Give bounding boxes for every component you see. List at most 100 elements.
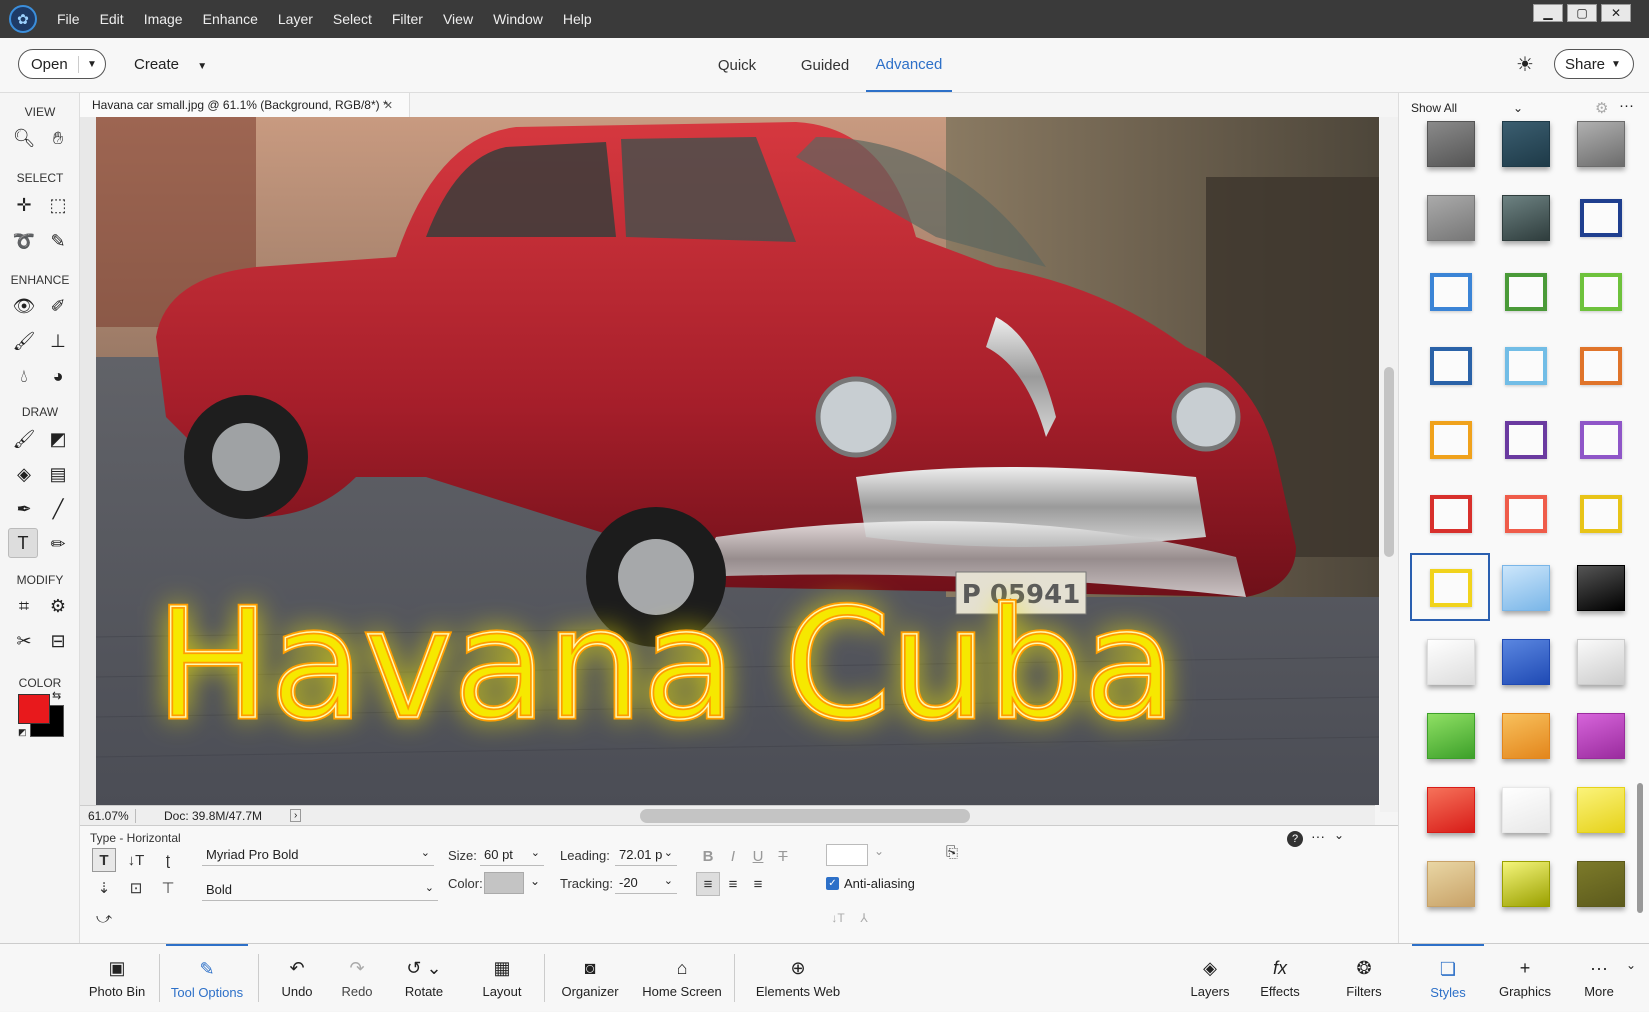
vertical-mask-icon[interactable]: ⊡ — [124, 876, 148, 900]
hand-tool-icon[interactable]: ✋︎ — [43, 123, 73, 153]
lasso-tool-icon[interactable]: ➰ — [9, 226, 39, 256]
menu-window[interactable]: Window — [483, 11, 553, 27]
red-eye-tool-icon[interactable]: 👁︎ — [9, 291, 39, 321]
anti-aliasing-checkbox[interactable]: ✓ Anti-aliasing — [826, 876, 915, 891]
layers-button[interactable]: ◈ Layers — [1182, 944, 1238, 1012]
style-thumbnail-bevel-marble[interactable] — [1577, 121, 1625, 167]
style-thumbnail-bevel-gray[interactable] — [1427, 121, 1475, 167]
taskbar-chevron-icon[interactable]: ⌄ — [1626, 958, 1636, 972]
style-thumbnail-stroke-coral[interactable] — [1505, 495, 1547, 533]
crop-tool-icon[interactable]: ⌗ — [9, 591, 39, 621]
panel-menu-icon[interactable]: ··· — [1619, 97, 1634, 114]
style-thumbnail-bevel-dark-marble[interactable] — [1502, 195, 1550, 241]
font-size-select[interactable]: 60 pt ⌄ — [480, 844, 544, 866]
vertical-scrollbar[interactable] — [1380, 117, 1398, 812]
style-thumbnail-stroke-lime[interactable] — [1580, 273, 1622, 311]
style-thumbnail-glass-yellow[interactable] — [1577, 787, 1625, 833]
tool-options-button[interactable]: ✎ Tool Options — [166, 944, 248, 1012]
leading-select[interactable]: 72.01 p ⌄ — [615, 844, 677, 866]
sponge-tool-icon[interactable]: ◕ — [43, 361, 73, 391]
help-icon[interactable]: ? — [1287, 831, 1303, 847]
warp-text-icon[interactable]: ⅄ — [852, 906, 876, 930]
style-thumbnail-stroke-gold[interactable] — [1430, 421, 1472, 459]
style-thumbnail-glass-black[interactable] — [1577, 565, 1625, 611]
menu-image[interactable]: Image — [134, 11, 193, 27]
style-thumbnail-texture-olive[interactable] — [1577, 861, 1625, 907]
blur-tool-icon[interactable]: 💧︎ — [9, 361, 39, 391]
highlight-color-swatch[interactable] — [826, 844, 868, 866]
open-dropdown-icon[interactable]: ▼ — [79, 59, 97, 70]
styles-button[interactable]: ❏ Styles — [1412, 944, 1484, 1012]
panel-settings-icon[interactable]: ⚙ — [1595, 99, 1608, 117]
change-text-orientation-icon[interactable]: ⎘ — [940, 840, 964, 864]
paint-bucket-icon[interactable]: ◈ — [9, 459, 39, 489]
move-tool-icon[interactable]: ✛ — [9, 190, 39, 220]
horizontal-scroll-thumb[interactable] — [640, 809, 970, 823]
type-tool-icon[interactable]: T — [8, 528, 38, 558]
pencil-tool-icon[interactable]: ✏ — [43, 529, 73, 559]
style-thumbnail-stroke-steel-blue[interactable] — [1430, 347, 1472, 385]
text-color-swatch[interactable] — [484, 872, 524, 894]
rotate-button[interactable]: ↺ ⌄ Rotate — [396, 944, 452, 1012]
recompose-tool-icon[interactable]: ⚙ — [43, 591, 73, 621]
create-button[interactable]: Create ▼ — [134, 56, 207, 73]
style-thumbnail-glass-clear[interactable] — [1502, 787, 1550, 833]
style-thumbnail-stroke-blue[interactable] — [1430, 273, 1472, 311]
align-center-icon[interactable]: ≡ — [721, 872, 745, 896]
bold-icon[interactable]: B — [696, 844, 720, 868]
style-thumbnail-stroke-purple[interactable] — [1505, 421, 1547, 459]
zoom-tool-icon[interactable]: 🔍︎ — [9, 123, 39, 153]
style-thumbnail-glass-white[interactable] — [1427, 639, 1475, 685]
brightness-icon[interactable]: ☀ — [1516, 52, 1534, 77]
style-thumbnail-stroke-red[interactable] — [1430, 495, 1472, 533]
horizontal-mask-icon[interactable]: ⇣ — [92, 876, 116, 900]
menu-file[interactable]: File — [47, 11, 90, 27]
text-on-path-icon[interactable]: ⤻ — [92, 906, 116, 930]
menu-select[interactable]: Select — [323, 11, 382, 27]
swap-colors-icon[interactable]: ⇆ — [52, 689, 61, 702]
align-right-icon[interactable]: ≡ — [746, 872, 770, 896]
straighten-tool-icon[interactable]: ⊟ — [43, 626, 73, 656]
effects-button[interactable]: fx Effects — [1252, 944, 1308, 1012]
tracking-select[interactable]: -20 ⌄ — [615, 872, 677, 894]
italic-icon[interactable]: I — [721, 844, 745, 868]
style-thumbnail-bevel-teal[interactable] — [1502, 121, 1550, 167]
smart-brush-icon[interactable]: 🖌︎ — [9, 326, 39, 356]
document-tab[interactable]: Havana car small.jpg @ 61.1% (Background… — [80, 93, 410, 117]
photo-canvas[interactable]: P 05941 Havana Cuba Havana Cuba Havana C… — [96, 117, 1379, 805]
redo-button[interactable]: ↷ Redo — [334, 944, 380, 1012]
styles-filter-select[interactable]: Show All ⌄ — [1411, 101, 1523, 115]
elements-web-button[interactable]: ⊕ Elements Web — [754, 944, 842, 1012]
layout-button[interactable]: ▦ Layout — [474, 944, 530, 1012]
marquee-tool-icon[interactable]: ⬚ — [43, 190, 73, 220]
home-screen-button[interactable]: ⌂ Home Screen — [632, 944, 732, 1012]
brush-tool-icon[interactable]: 🖌︎ — [9, 424, 39, 454]
menu-view[interactable]: View — [433, 11, 483, 27]
style-thumbnail-bevel-silver[interactable] — [1427, 195, 1475, 241]
style-thumbnail-glass-magenta[interactable] — [1577, 713, 1625, 759]
share-button[interactable]: Share ▼ — [1554, 49, 1634, 79]
style-thumbnail-glass-orange[interactable] — [1502, 713, 1550, 759]
organizer-button[interactable]: ◙ Organizer — [554, 944, 626, 1012]
style-thumbnail-stroke-violet[interactable] — [1580, 421, 1622, 459]
healing-brush-icon[interactable]: ✐ — [43, 291, 73, 321]
tab-advanced[interactable]: Advanced — [866, 38, 952, 92]
style-thumbnail-texture-parchment[interactable] — [1427, 861, 1475, 907]
clone-stamp-icon[interactable]: ⊥ — [43, 326, 73, 356]
tab-quick[interactable]: Quick — [708, 38, 766, 92]
menu-help[interactable]: Help — [553, 11, 602, 27]
menu-layer[interactable]: Layer — [268, 11, 323, 27]
quick-selection-tool-icon[interactable]: ✎ — [43, 226, 73, 256]
vertical-type-icon[interactable]: ↓T — [124, 848, 148, 872]
style-thumbnail-glass-blue[interactable] — [1502, 639, 1550, 685]
filters-button[interactable]: ❂ Filters — [1336, 944, 1392, 1012]
open-button[interactable]: Open ▼ — [18, 49, 106, 79]
close-window-button[interactable]: ✕ — [1601, 4, 1631, 22]
style-thumbnail-glass-red[interactable] — [1427, 787, 1475, 833]
status-menu-arrow[interactable]: › — [290, 809, 302, 822]
zoom-readout[interactable]: 61.07% — [80, 808, 136, 823]
horizontal-type-icon[interactable]: T — [92, 848, 116, 872]
highlight-color-chevron-icon[interactable]: ⌄ — [874, 844, 884, 858]
align-left-icon[interactable]: ≡ — [696, 872, 720, 896]
graphics-button[interactable]: + Graphics — [1496, 944, 1554, 1012]
